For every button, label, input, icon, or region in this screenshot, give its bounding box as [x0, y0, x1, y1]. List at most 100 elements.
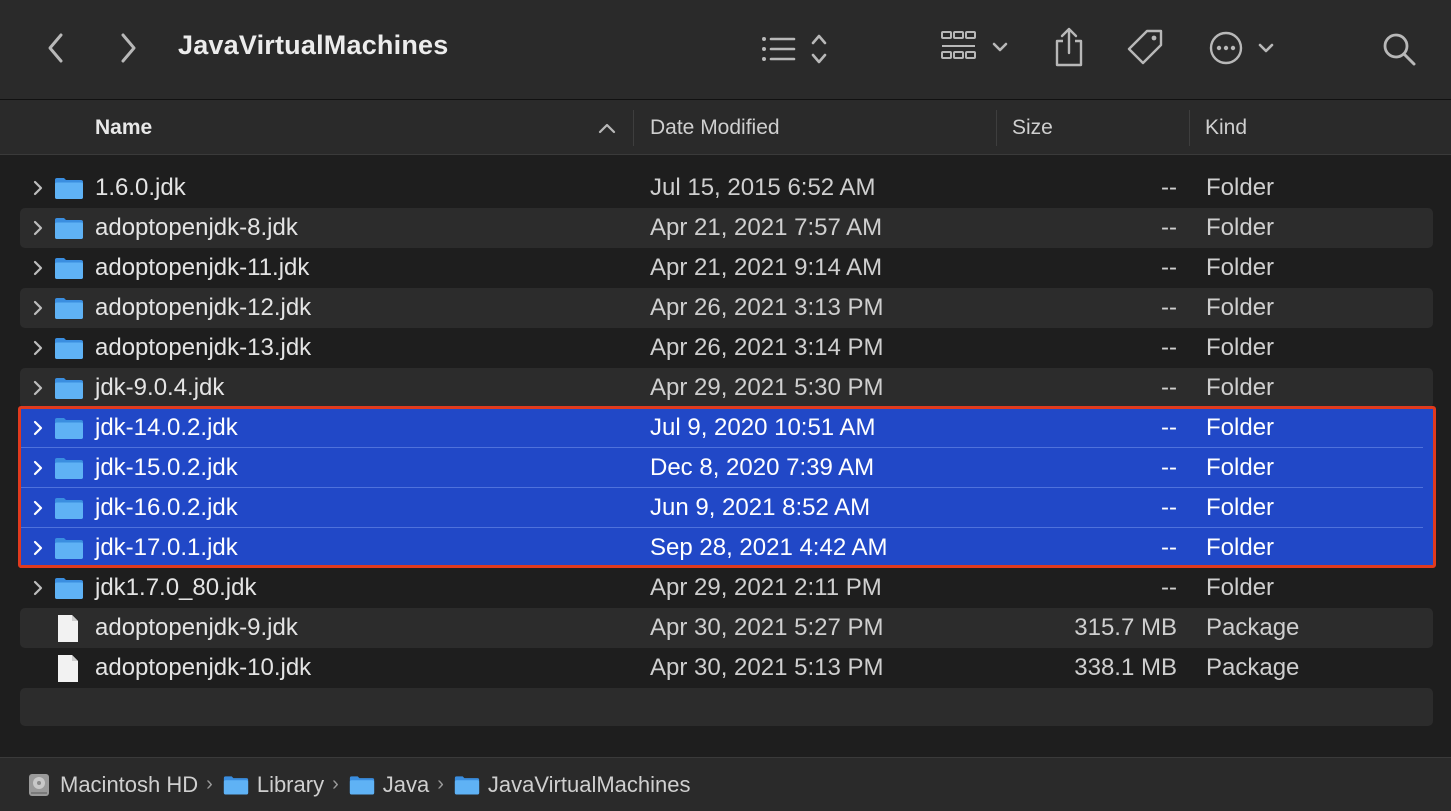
- disclosure-triangle-icon[interactable]: [31, 219, 45, 237]
- folder-icon: [454, 775, 480, 795]
- file-list: 1.6.0.jdk Jul 15, 2015 6:52 AM -- Folder ado…: [20, 168, 1433, 688]
- date-modified: Apr 29, 2021 2:11 PM: [650, 574, 882, 601]
- date-modified: Apr 30, 2021 5:13 PM: [650, 654, 884, 681]
- table-row[interactable]: adoptopenjdk-12.jdk Apr 26, 2021 3:13 PM -…: [20, 288, 1433, 328]
- disclosure-triangle-icon[interactable]: [31, 379, 45, 397]
- disclosure-triangle-icon[interactable]: [31, 459, 45, 477]
- file-size: --: [1161, 414, 1177, 441]
- path-crumb[interactable]: Java: [349, 772, 429, 798]
- file-kind: Folder: [1206, 414, 1275, 441]
- table-row[interactable]: jdk-17.0.1.jdk Sep 28, 2021 4:42 AM -- Fold…: [20, 528, 1433, 568]
- search-icon: [1383, 33, 1416, 66]
- disclosure-triangle-icon[interactable]: [31, 339, 45, 357]
- folder-icon: [55, 418, 83, 439]
- date-modified: Jul 9, 2020 10:51 AM: [650, 414, 876, 441]
- folder-icon: [55, 218, 83, 239]
- folder-icon: [55, 498, 83, 519]
- column-header: Name Date Modified Size Kind: [0, 100, 1451, 155]
- file-kind: Package: [1206, 654, 1300, 681]
- file-name: adoptopenjdk-11.jdk: [95, 254, 310, 281]
- group-button[interactable]: [938, 26, 1014, 70]
- disclosure-triangle-icon[interactable]: [31, 179, 45, 197]
- file-kind: Folder: [1206, 454, 1275, 481]
- path-separator-icon: ›: [206, 773, 213, 795]
- file-size: --: [1161, 454, 1177, 481]
- column-date-header[interactable]: Date Modified: [650, 100, 780, 155]
- file-name: jdk-15.0.2.jdk: [95, 454, 238, 481]
- file-kind: Folder: [1206, 214, 1275, 241]
- date-modified: Sep 28, 2021 4:42 AM: [650, 534, 888, 561]
- path-crumb[interactable]: JavaVirtualMachines: [454, 772, 691, 798]
- disclosure-triangle-icon[interactable]: [31, 539, 45, 557]
- column-size-header[interactable]: Size: [1012, 100, 1053, 155]
- date-modified: Jul 15, 2015 6:52 AM: [650, 174, 876, 201]
- date-modified: Dec 8, 2020 7:39 AM: [650, 454, 875, 481]
- file-name: jdk-9.0.4.jdk: [95, 374, 225, 401]
- file-name: adoptopenjdk-8.jdk: [95, 214, 298, 241]
- folder-icon: [55, 378, 83, 399]
- view-options-button[interactable]: [756, 28, 836, 70]
- date-modified: Apr 30, 2021 5:27 PM: [650, 614, 884, 641]
- file-size: --: [1161, 374, 1177, 401]
- column-separator[interactable]: [633, 110, 634, 146]
- file-name: jdk-14.0.2.jdk: [95, 414, 238, 441]
- path-crumb-label: Library: [256, 771, 325, 797]
- folder-icon: [55, 258, 83, 279]
- column-name-label: Name: [95, 116, 153, 139]
- file-size: --: [1161, 494, 1177, 521]
- path-crumb[interactable]: Macintosh HD: [26, 772, 198, 798]
- date-modified: Jun 9, 2021 8:52 AM: [650, 494, 871, 521]
- column-kind-header[interactable]: Kind: [1205, 100, 1247, 155]
- sort-ascending-icon: [598, 123, 616, 134]
- column-separator[interactable]: [1189, 110, 1190, 146]
- ellipsis-circle-icon: [1209, 31, 1274, 65]
- path-crumb-label: Java: [382, 771, 430, 797]
- table-row[interactable]: 1.6.0.jdk Jul 15, 2015 6:52 AM -- Folder: [20, 168, 1433, 208]
- tag-button[interactable]: [1124, 26, 1168, 70]
- folder-icon: [55, 338, 83, 359]
- folder-icon: [55, 298, 83, 319]
- path-crumb-label: JavaVirtualMachines: [487, 771, 691, 797]
- share-icon: [1055, 27, 1083, 67]
- file-kind: Folder: [1206, 534, 1275, 561]
- chevron-right-icon: [121, 33, 136, 63]
- table-row[interactable]: jdk1.7.0_80.jdk Apr 29, 2021 2:11 PM -- Fol…: [20, 568, 1433, 608]
- hard-drive-icon: [29, 773, 49, 796]
- window-title: JavaVirtualMachines: [178, 30, 449, 60]
- table-row[interactable]: adoptopenjdk-11.jdk Apr 21, 2021 9:14 AM -…: [20, 248, 1433, 288]
- date-modified: Apr 21, 2021 7:57 AM: [650, 214, 883, 241]
- empty-list-row: [20, 688, 1433, 726]
- file-size: 338.1 MB: [1074, 654, 1177, 681]
- table-row[interactable]: jdk-9.0.4.jdk Apr 29, 2021 5:30 PM -- Folde…: [20, 368, 1433, 408]
- column-separator[interactable]: [996, 110, 997, 146]
- table-row[interactable]: adoptopenjdk-10.jdk Apr 30, 2021 5:13 PM 3…: [20, 648, 1433, 688]
- file-name: adoptopenjdk-10.jdk: [95, 654, 312, 681]
- back-button[interactable]: [38, 28, 74, 68]
- disclosure-triangle-icon[interactable]: [31, 299, 45, 317]
- path-crumb[interactable]: Library: [223, 772, 324, 798]
- folder-icon: [223, 775, 248, 795]
- file-kind: Folder: [1206, 494, 1275, 521]
- more-actions-button[interactable]: [1206, 26, 1280, 70]
- disclosure-triangle-icon[interactable]: [31, 579, 45, 597]
- file-size: --: [1161, 294, 1177, 321]
- table-row[interactable]: jdk-16.0.2.jdk Jun 9, 2021 8:52 AM -- Folde…: [20, 488, 1433, 528]
- table-row[interactable]: adoptopenjdk-8.jdk Apr 21, 2021 7:57 AM --…: [20, 208, 1433, 248]
- folder-icon: [55, 578, 83, 599]
- file-kind: Folder: [1206, 174, 1275, 201]
- table-row[interactable]: adoptopenjdk-9.jdk Apr 30, 2021 5:27 PM 31…: [20, 608, 1433, 648]
- disclosure-triangle-icon[interactable]: [31, 499, 45, 517]
- file-kind: Package: [1206, 614, 1300, 641]
- share-button[interactable]: [1050, 24, 1088, 70]
- file-kind: Folder: [1206, 254, 1275, 281]
- disclosure-triangle-icon[interactable]: [31, 419, 45, 437]
- search-button[interactable]: [1378, 28, 1420, 70]
- forward-button[interactable]: [110, 28, 146, 68]
- column-name-header[interactable]: Name: [95, 100, 625, 155]
- table-row[interactable]: jdk-14.0.2.jdk Jul 9, 2020 10:51 AM -- Fold…: [20, 408, 1433, 448]
- table-row[interactable]: jdk-15.0.2.jdk Dec 8, 2020 7:39 AM -- Folde…: [20, 448, 1433, 488]
- table-row[interactable]: adoptopenjdk-13.jdk Apr 26, 2021 3:14 PM -…: [20, 328, 1433, 368]
- disclosure-triangle-icon[interactable]: [31, 259, 45, 277]
- file-name: jdk-16.0.2.jdk: [95, 494, 238, 521]
- file-size: --: [1161, 254, 1177, 281]
